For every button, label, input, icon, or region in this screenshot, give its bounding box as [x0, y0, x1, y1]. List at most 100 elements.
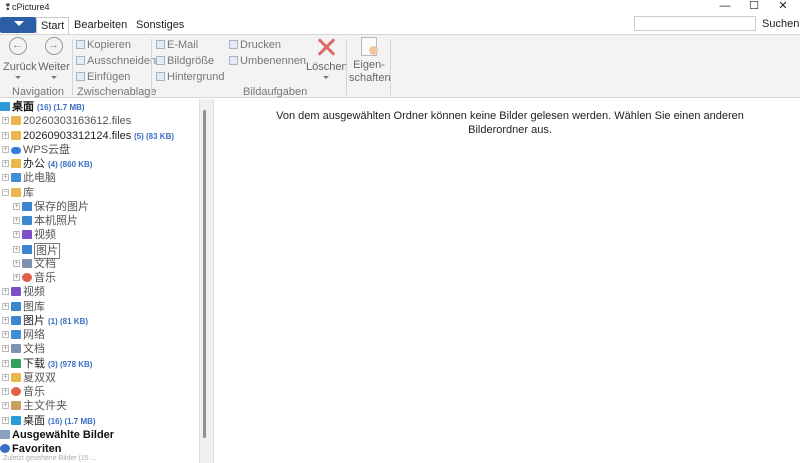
expand-icon[interactable]: + — [2, 288, 9, 296]
tree-item[interactable]: + 桌面 (16) (1.7 MB) — [0, 414, 199, 428]
cloud-icon — [11, 146, 21, 154]
desktop-icon — [0, 102, 10, 111]
expand-icon[interactable]: + — [2, 331, 9, 338]
paste-label: Einfügen — [87, 71, 131, 83]
tree-item[interactable]: + 办公 (4) (860 KB) — [0, 157, 199, 171]
music-icon — [11, 387, 21, 396]
cut-button[interactable]: Ausschneiden — [76, 54, 156, 69]
tree-item[interactable]: + 视频 — [0, 228, 199, 242]
tree-item[interactable]: Favoriten — [0, 442, 199, 456]
expand-icon[interactable]: + — [13, 245, 20, 253]
email-button[interactable]: E-Mail — [156, 38, 198, 53]
expand-icon[interactable]: + — [13, 202, 20, 210]
tree-item-label: Favoriten — [12, 443, 62, 455]
expand-icon[interactable]: + — [2, 416, 9, 424]
tree-item[interactable]: 桌面 (16) (1.7 MB) — [0, 100, 199, 114]
chevron-down-icon — [323, 76, 329, 79]
copy-button[interactable]: Kopieren — [76, 38, 131, 53]
expand-icon[interactable]: + — [13, 274, 20, 281]
tab-bearbeiten[interactable]: Bearbeiten — [70, 17, 131, 34]
expand-icon[interactable]: + — [2, 302, 9, 310]
image-size-button[interactable]: Bildgröße — [156, 54, 214, 69]
tree-item[interactable]: + 图片 — [0, 242, 199, 259]
expand-icon[interactable]: + — [2, 316, 9, 324]
tree-item-label: 库 — [23, 186, 34, 199]
search-button[interactable]: Suchen — [762, 18, 799, 30]
expand-icon[interactable]: + — [13, 231, 20, 239]
tree-item[interactable]: + 图片 (1) (81 KB) — [0, 314, 199, 328]
image-view[interactable]: Von dem ausgewählten Ordner können keine… — [215, 99, 800, 463]
expand-icon[interactable]: + — [2, 145, 9, 153]
app-menu-button[interactable] — [0, 17, 36, 33]
delete-button[interactable]: Löschen — [306, 37, 348, 79]
collapse-icon[interactable]: − — [2, 188, 9, 196]
folder-icon — [11, 130, 21, 140]
expand-icon[interactable]: + — [2, 402, 9, 410]
tree-item[interactable]: + 保存的图片 — [0, 200, 199, 214]
tree-item[interactable]: + 本机照片 — [0, 214, 199, 228]
tree-item[interactable]: + 视频 — [0, 285, 199, 299]
forward-label: Weiter — [38, 61, 70, 73]
tree-item[interactable]: +20260903312124.files (5) (83 KB) — [0, 129, 199, 143]
expand-icon[interactable]: + — [2, 345, 9, 353]
tree-item[interactable]: + 文档 — [0, 342, 199, 356]
expand-icon[interactable]: + — [2, 160, 9, 167]
folder-icon — [11, 116, 21, 126]
expand-icon[interactable]: + — [13, 259, 20, 267]
tab-sonstiges[interactable]: Sonstiges — [132, 17, 188, 34]
tree-item[interactable]: + WPS云盘 — [0, 143, 199, 157]
recent-images-item[interactable]: Zuletzt gesehene Bilder (15 ... — [3, 455, 96, 462]
tree-item[interactable]: + 图库 — [0, 300, 199, 314]
tree-item-label: WPS云盘 — [23, 143, 71, 156]
music-icon — [22, 273, 32, 282]
forward-button[interactable]: → Weiter — [38, 37, 70, 79]
minimize-button[interactable]: — — [710, 0, 740, 14]
maximize-button[interactable]: ☐ — [739, 0, 769, 14]
expand-icon[interactable]: + — [2, 117, 9, 125]
tree-item[interactable]: + 下载 (3) (978 KB) — [0, 357, 199, 371]
tree-item[interactable]: + 此电脑 — [0, 171, 199, 185]
window-title: cPicture4 — [12, 2, 50, 12]
paste-button[interactable]: Einfügen — [76, 70, 130, 85]
rename-button[interactable]: Umbenennen — [229, 54, 306, 69]
background-button[interactable]: Hintergrund — [156, 70, 224, 85]
app-icon: ❢ — [4, 2, 12, 12]
search-input[interactable] — [634, 16, 756, 31]
expand-icon[interactable]: + — [2, 388, 9, 395]
print-button[interactable]: Drucken — [229, 38, 281, 53]
empty-folder-message: Von dem ausgewählten Ordner können keine… — [276, 110, 744, 136]
tree-item[interactable]: + 音乐 — [0, 385, 199, 399]
tree-item[interactable]: + 夏双双 — [0, 371, 199, 385]
expand-icon[interactable]: + — [2, 359, 9, 367]
rename-icon — [229, 56, 238, 65]
tree-item[interactable]: + 主文件夹 — [0, 399, 199, 413]
back-button[interactable]: ← Zurück — [3, 37, 37, 79]
copy-icon — [76, 40, 85, 49]
expand-icon[interactable]: + — [2, 373, 9, 381]
tree-item[interactable]: − 库 — [0, 186, 199, 200]
tree-item[interactable]: + 网络 — [0, 328, 199, 342]
folder-tree[interactable]: 桌面 (16) (1.7 MB) +20260303163612.files +202… — [0, 99, 200, 463]
expand-icon[interactable]: + — [13, 217, 20, 224]
properties-label-line2: schaften — [349, 72, 391, 84]
tree-item[interactable]: +20260303163612.files — [0, 114, 199, 128]
tree-item[interactable]: + 音乐 — [0, 271, 199, 285]
copy-label: Kopieren — [87, 39, 132, 51]
expand-icon[interactable]: + — [2, 131, 9, 139]
favorites-icon — [0, 444, 10, 453]
tree-scrollbar[interactable] — [203, 110, 206, 438]
tree-item[interactable]: Ausgewählte Bilder — [0, 428, 199, 442]
expand-icon[interactable]: + — [2, 174, 9, 182]
tree-item-label: 文档 — [23, 343, 45, 356]
tab-start[interactable]: Start — [36, 17, 70, 34]
properties-button[interactable]: Eigen- schaften — [349, 37, 391, 85]
group-divider — [346, 39, 347, 95]
paste-icon — [76, 72, 85, 81]
tree-item[interactable]: + 文档 — [0, 257, 199, 271]
pictures-icon — [11, 315, 21, 325]
pictures-icon — [22, 201, 32, 211]
close-button[interactable]: ✕ — [768, 0, 798, 14]
documents-icon — [22, 258, 32, 268]
properties-icon — [361, 37, 378, 56]
tree-item-label: 视频 — [34, 229, 56, 242]
